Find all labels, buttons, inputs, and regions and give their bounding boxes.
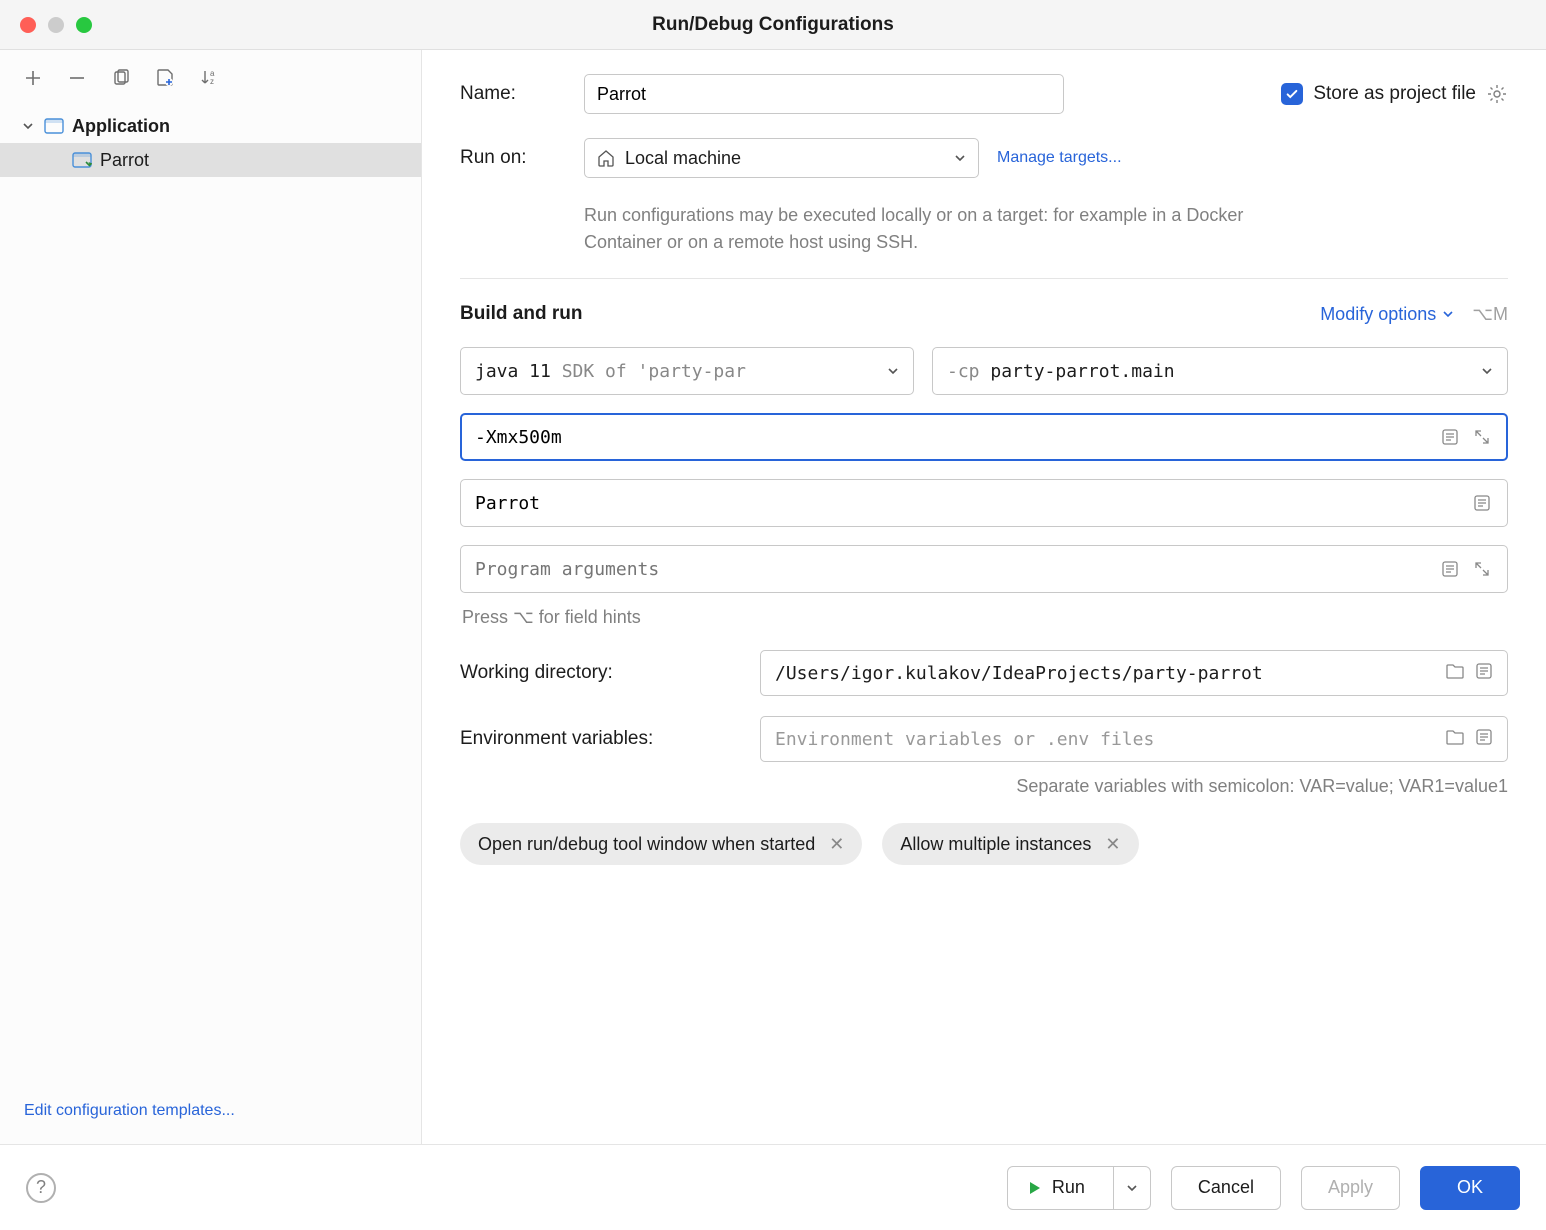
run-button[interactable]: Run [1007,1166,1151,1210]
sidebar-category-application[interactable]: Application [0,109,421,143]
chevron-down-icon [1442,308,1454,320]
edit-templates-link[interactable]: Edit configuration templates... [24,1102,235,1119]
play-icon [1026,1180,1042,1196]
insert-macros-icon[interactable] [1439,558,1461,580]
copy-configuration-button[interactable] [108,65,134,91]
help-button[interactable]: ? [26,1173,56,1203]
application-icon [72,152,92,168]
program-arguments-input[interactable] [475,559,1439,580]
folder-icon[interactable] [1445,728,1465,751]
section-title: Build and run [460,303,582,325]
sidebar-item-parrot[interactable]: Parrot [0,143,421,177]
modify-options-link[interactable]: Modify options [1320,304,1454,325]
runon-label: Run on: [460,147,566,169]
env-vars-field[interactable]: Environment variables or .env files [760,716,1508,762]
classpath-select[interactable]: -cp party-parrot.main [932,347,1508,395]
chevron-down-icon [22,120,36,132]
folder-icon[interactable] [1445,662,1465,685]
option-pill-allow-multiple[interactable]: Allow multiple instances ✕ [882,823,1138,865]
working-directory-field[interactable]: /Users/igor.kulakov/IdeaProjects/party-p… [760,650,1508,696]
chevron-down-icon [954,152,966,164]
env-vars-hint: Separate variables with semicolon: VAR=v… [460,776,1508,797]
store-project-file-label: Store as project file [1313,83,1476,105]
close-icon[interactable]: ✕ [829,834,844,855]
expand-icon[interactable] [1471,426,1493,448]
vm-options-field[interactable] [460,413,1508,461]
sort-button[interactable]: az [196,65,222,91]
gear-icon[interactable] [1486,83,1508,105]
chevron-down-icon [1126,1182,1138,1194]
home-icon [597,149,615,167]
insert-macros-icon[interactable] [1439,426,1461,448]
main-class-field[interactable] [460,479,1508,527]
insert-macros-icon[interactable] [1475,662,1493,685]
jdk-select[interactable]: java 11 SDK of 'party-par [460,347,914,395]
chevron-down-icon [887,365,899,377]
add-configuration-button[interactable] [20,65,46,91]
working-directory-label: Working directory: [460,662,760,684]
run-dropdown-button[interactable] [1113,1167,1150,1209]
chevron-down-icon [1481,365,1493,377]
modify-shortcut: ⌥M [1472,304,1508,325]
titlebar: Run/Debug Configurations [0,0,1546,50]
main-class-input[interactable] [475,493,1471,514]
insert-macros-icon[interactable] [1475,728,1493,751]
env-vars-label: Environment variables: [460,728,760,750]
runon-select[interactable]: Local machine [584,138,979,178]
application-icon [44,118,64,134]
runon-value: Local machine [625,148,741,169]
store-project-file-checkbox[interactable] [1281,83,1303,105]
close-icon[interactable]: ✕ [1105,834,1120,855]
sidebar-category-label: Application [72,116,170,137]
name-label: Name: [460,83,566,105]
field-hint: Press ⌥ for field hints [462,607,1508,628]
runon-hint: Run configurations may be executed local… [584,202,1304,256]
apply-button[interactable]: Apply [1301,1166,1400,1210]
window-title: Run/Debug Configurations [652,14,894,36]
manage-targets-link[interactable]: Manage targets... [997,149,1122,167]
divider [460,278,1508,279]
window-close-button[interactable] [20,17,36,33]
save-configuration-button[interactable] [152,65,178,91]
cancel-button[interactable]: Cancel [1171,1166,1281,1210]
name-input[interactable] [584,74,1064,114]
ok-button[interactable]: OK [1420,1166,1520,1210]
window-zoom-button[interactable] [76,17,92,33]
sidebar-item-label: Parrot [100,150,149,171]
program-arguments-field[interactable] [460,545,1508,593]
vm-options-input[interactable] [475,427,1439,448]
svg-text:z: z [210,77,214,86]
option-pill-open-tool-window[interactable]: Open run/debug tool window when started … [460,823,862,865]
window-minimize-button[interactable] [48,17,64,33]
remove-configuration-button[interactable] [64,65,90,91]
expand-icon[interactable] [1471,558,1493,580]
insert-macros-icon[interactable] [1471,492,1493,514]
